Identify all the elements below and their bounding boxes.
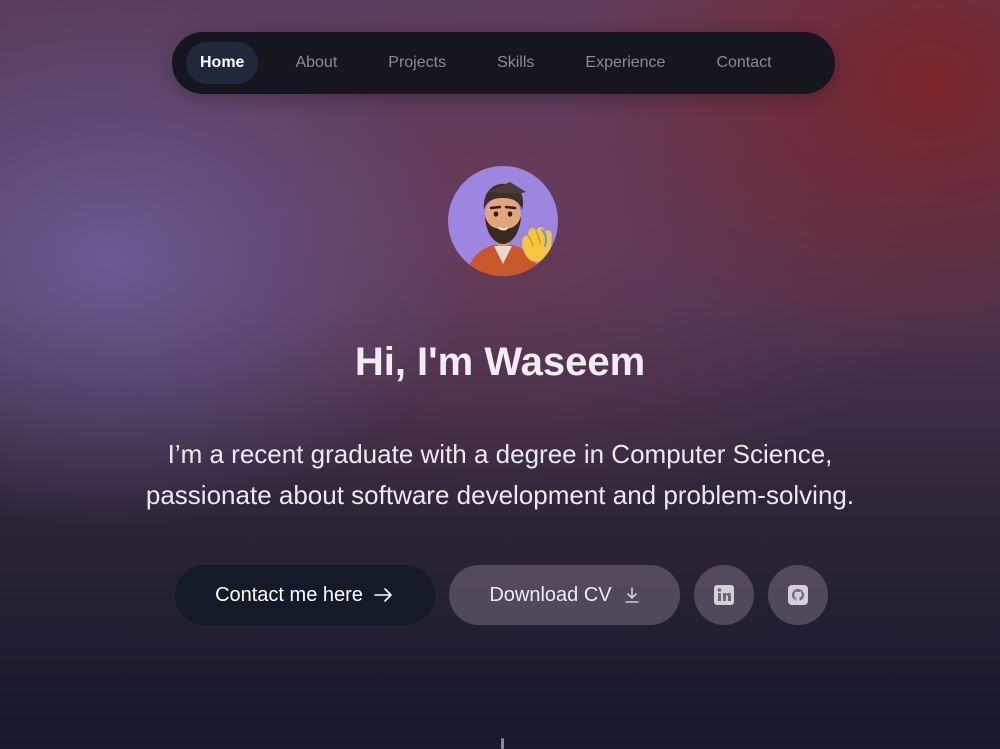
contact-button[interactable]: Contact me here (175, 565, 435, 625)
github-button[interactable] (768, 565, 828, 625)
linkedin-button[interactable] (694, 565, 754, 625)
avatar (448, 166, 558, 276)
hero-headline: Hi, I'm Waseem (354, 340, 646, 384)
download-cv-label: Download CV (489, 583, 612, 606)
hero-intro: I’m a recent graduate with a degree in C… (60, 434, 940, 516)
scroll-indicator (501, 738, 504, 749)
github-icon (788, 585, 808, 605)
linkedin-icon (714, 585, 734, 605)
download-cv-button[interactable]: Download CV (449, 565, 680, 625)
nav-home[interactable]: Home (186, 42, 259, 84)
nav-experience[interactable]: Experience (571, 42, 679, 84)
nav-about[interactable]: About (281, 42, 351, 84)
waving-man-avatar-icon (466, 182, 552, 276)
contact-button-label: Contact me here (215, 583, 363, 606)
nav-contact[interactable]: Contact (702, 42, 785, 84)
nav-skills[interactable]: Skills (483, 42, 548, 84)
top-nav: Home About Projects Skills Experience Co… (172, 32, 835, 94)
hero-intro-line-1: I’m a recent graduate with a degree in C… (167, 439, 833, 469)
arrow-right-icon (374, 588, 392, 602)
hero-intro-line-2: passionate about software development an… (145, 480, 855, 510)
download-icon (624, 587, 639, 603)
nav-projects[interactable]: Projects (374, 42, 460, 84)
